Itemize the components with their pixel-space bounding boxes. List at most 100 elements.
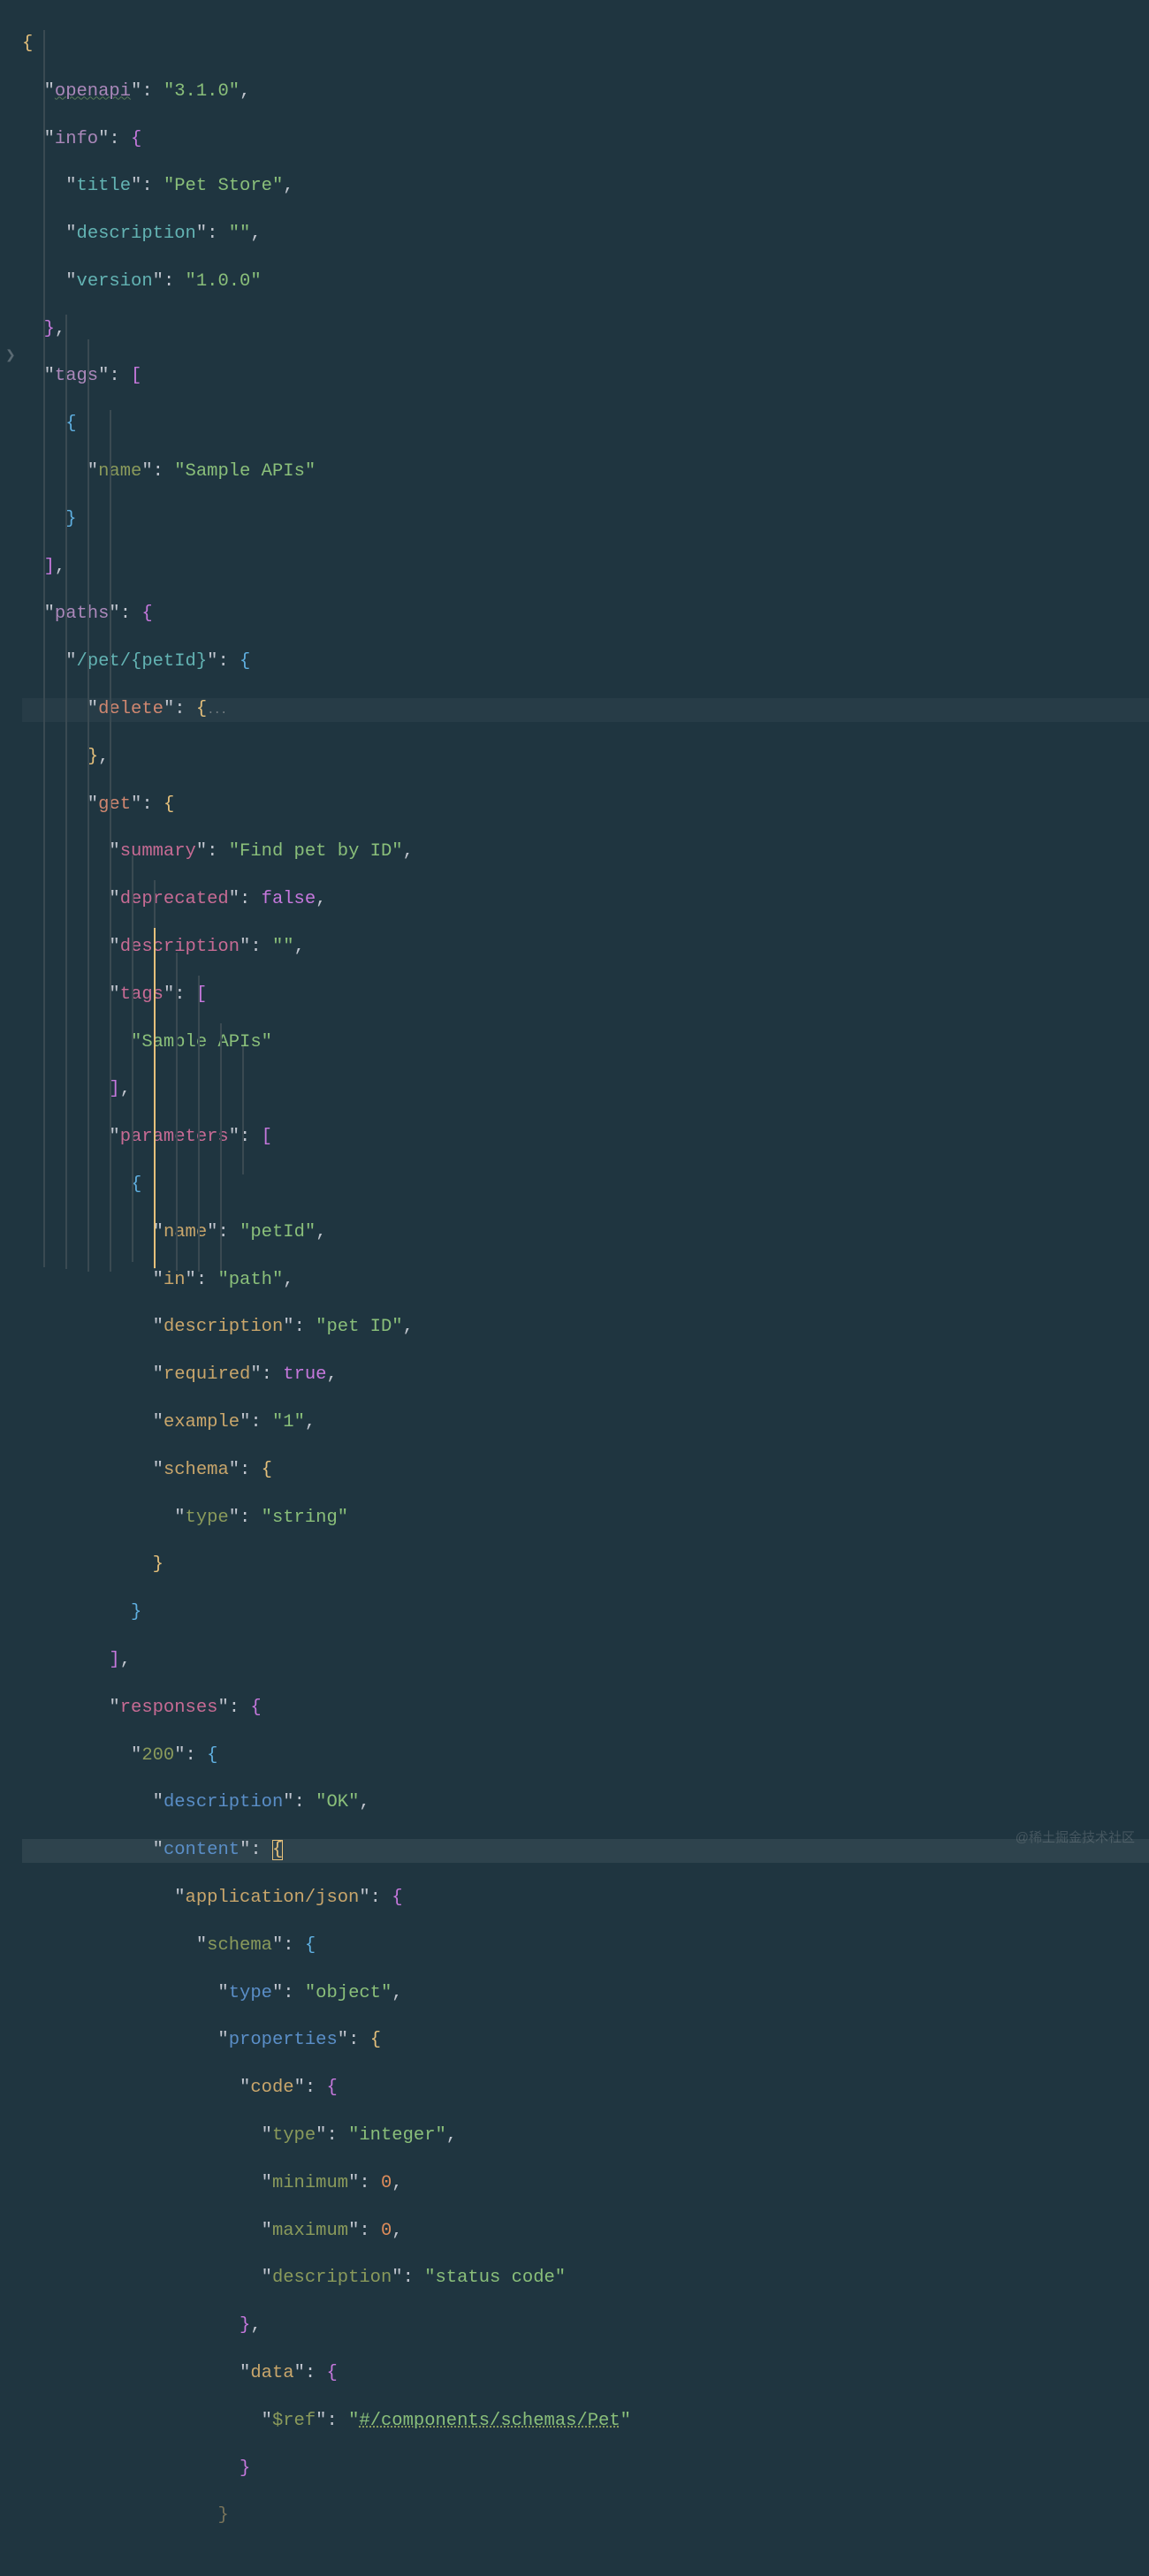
code-line[interactable]: "data": { xyxy=(22,2362,1149,2386)
token: " xyxy=(22,1698,120,1718)
token: , xyxy=(98,747,109,767)
code-line[interactable]: "description": "", xyxy=(22,936,1149,960)
token: ": xyxy=(207,651,240,672)
token: properties xyxy=(229,2030,338,2050)
code-line[interactable]: "example": "1", xyxy=(22,1411,1149,1435)
code-line[interactable]: "paths": { xyxy=(22,603,1149,627)
code-line[interactable]: } xyxy=(22,508,1149,532)
code-line[interactable]: "name": "Sample APIs" xyxy=(22,460,1149,484)
code-line[interactable]: "schema": { xyxy=(22,1934,1149,1958)
token: " xyxy=(22,1745,141,1766)
token: , xyxy=(316,1222,326,1242)
token: " xyxy=(22,81,55,102)
code-line[interactable]: "minimum": 0, xyxy=(22,2172,1149,2196)
code-line[interactable]: "tags": [ xyxy=(22,984,1149,1007)
code-line[interactable]: "version": "1.0.0" xyxy=(22,270,1149,294)
token: , xyxy=(359,1792,369,1812)
token: " xyxy=(620,2411,631,2431)
token: info xyxy=(55,129,98,149)
code-line[interactable]: "/pet/{petId}": { xyxy=(22,650,1149,674)
code-line[interactable]: "type": "object", xyxy=(22,1982,1149,2006)
code-line[interactable]: "200": { xyxy=(22,1744,1149,1768)
code-line[interactable]: "description": "OK", xyxy=(22,1791,1149,1815)
code-line[interactable]: "maximum": 0, xyxy=(22,2220,1149,2244)
code-line[interactable]: "name": "petId", xyxy=(22,1221,1149,1245)
code-line[interactable]: { xyxy=(22,413,1149,437)
token: , xyxy=(250,2315,261,2336)
code-line[interactable]: "summary": "Find pet by ID", xyxy=(22,840,1149,864)
code-line[interactable]: } xyxy=(22,2504,1149,2528)
code-line[interactable]: "description": "pet ID", xyxy=(22,1316,1149,1340)
code-line[interactable]: "title": "Pet Store", xyxy=(22,175,1149,199)
token: parameters xyxy=(120,1127,229,1147)
code-line-current[interactable]: "delete": {... xyxy=(22,698,1149,722)
code-line[interactable]: } xyxy=(22,1554,1149,1577)
token: " xyxy=(22,2078,250,2098)
code-line[interactable]: "type": "string" xyxy=(22,1507,1149,1531)
code-line[interactable]: "$ref": "#/components/schemas/Pet" xyxy=(22,2410,1149,2434)
token: [ xyxy=(262,1127,272,1147)
code-line[interactable]: "in": "path", xyxy=(22,1269,1149,1293)
fold-icon[interactable]: ... xyxy=(207,703,226,718)
code-area[interactable]: { "openapi": "3.1.0", "info": { "title":… xyxy=(22,9,1149,2576)
token-link[interactable]: #/components/schemas/Pet xyxy=(359,2411,620,2431)
code-line[interactable]: }, xyxy=(22,318,1149,342)
code-line[interactable]: { xyxy=(22,33,1149,57)
code-line[interactable]: "info": { xyxy=(22,128,1149,152)
token: required xyxy=(164,1364,250,1385)
code-line[interactable]: "openapi": "3.1.0", xyxy=(22,80,1149,104)
token xyxy=(22,2505,217,2526)
code-line[interactable]: "code": { xyxy=(22,2077,1149,2101)
code-line[interactable]: }, xyxy=(22,746,1149,770)
code-editor[interactable]: ❯ { "openapi": "3.1.0", "info": { "title… xyxy=(0,0,1149,2576)
code-line[interactable]: "parameters": [ xyxy=(22,1126,1149,1150)
token: " xyxy=(22,2125,272,2146)
token: , xyxy=(240,81,250,102)
code-line[interactable]: "Sample APIs" xyxy=(22,1031,1149,1055)
token: " xyxy=(22,604,55,624)
code-line[interactable]: "description": "status code" xyxy=(22,2267,1149,2291)
code-line[interactable]: ], xyxy=(22,1649,1149,1673)
code-line[interactable]: }, xyxy=(22,2314,1149,2338)
code-line[interactable]: "responses": { xyxy=(22,1697,1149,1721)
token xyxy=(22,1174,131,1195)
code-line[interactable]: "properties": { xyxy=(22,2029,1149,2053)
code-line[interactable]: "required": true, xyxy=(22,1364,1149,1387)
code-line[interactable]: "get": { xyxy=(22,794,1149,817)
token: " xyxy=(22,1460,164,1480)
token: " xyxy=(22,2030,229,2050)
token: , xyxy=(403,841,414,862)
token: paths xyxy=(55,604,110,624)
token: , xyxy=(392,2221,402,2241)
code-line[interactable]: "application/json": { xyxy=(22,1887,1149,1911)
code-line-matching[interactable]: "content": { xyxy=(22,1839,1149,1863)
token: { xyxy=(250,1698,261,1718)
code-line[interactable]: "description": "", xyxy=(22,223,1149,247)
token: ": xyxy=(240,1412,272,1432)
token: ": xyxy=(250,1364,283,1385)
code-line[interactable]: } xyxy=(22,1601,1149,1625)
code-line[interactable]: "schema": { xyxy=(22,1459,1149,1483)
token: [ xyxy=(131,366,141,386)
token: "status code" xyxy=(424,2268,566,2288)
token: " xyxy=(22,2268,272,2288)
code-line[interactable]: ], xyxy=(22,1078,1149,1102)
code-line[interactable]: { xyxy=(22,1174,1149,1197)
token: { xyxy=(22,414,77,434)
token: ": xyxy=(359,1888,392,1908)
token: " xyxy=(22,271,77,292)
code-line[interactable]: ], xyxy=(22,556,1149,580)
code-line[interactable]: "type": "integer", xyxy=(22,2124,1149,2148)
token xyxy=(22,1602,131,1622)
token xyxy=(22,747,88,767)
code-line[interactable]: "deprecated": false, xyxy=(22,888,1149,912)
token: 0 xyxy=(381,2173,392,2193)
code-line[interactable]: "tags": [ xyxy=(22,365,1149,389)
token: " xyxy=(22,1792,164,1812)
chevron-right-icon[interactable]: ❯ xyxy=(5,343,16,367)
code-line[interactable]: } xyxy=(22,2458,1149,2481)
token: "Sample APIs" xyxy=(174,461,316,482)
token: description xyxy=(77,224,196,244)
token: false xyxy=(262,889,316,909)
token: , xyxy=(446,2125,457,2146)
